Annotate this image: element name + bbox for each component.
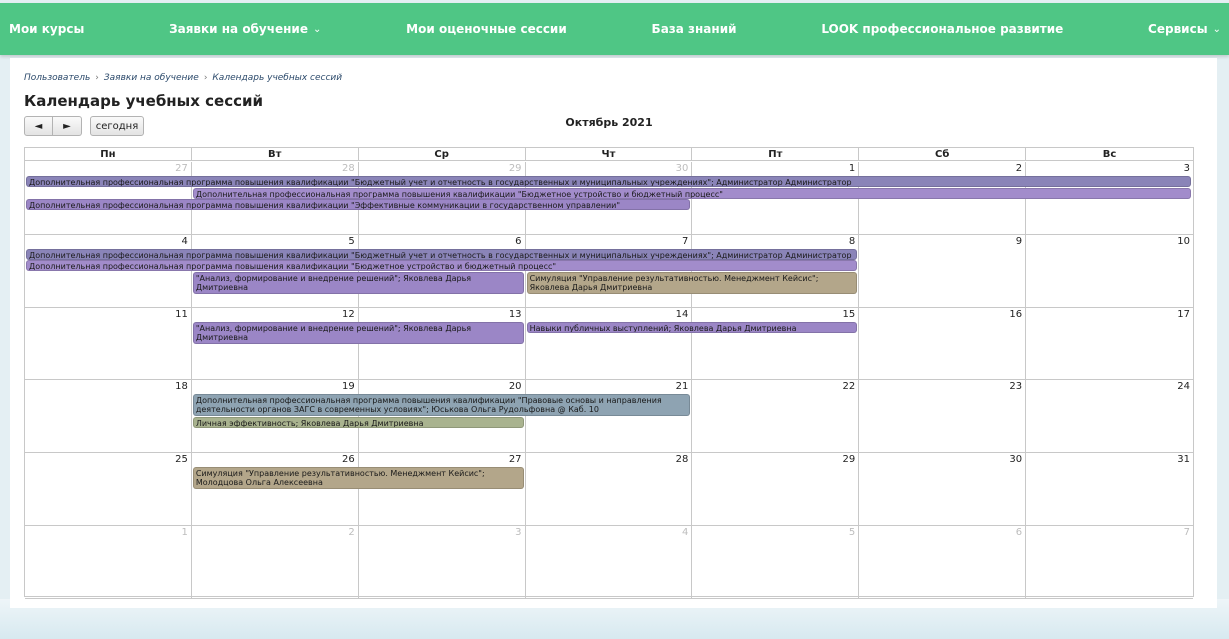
breadcrumb-separator: ›: [95, 73, 99, 83]
breadcrumb-separator: ›: [203, 73, 208, 83]
next-month-button[interactable]: ►: [53, 116, 82, 136]
calendar-event[interactable]: Дополнительная профессиональная программ…: [26, 260, 858, 272]
day-cell[interactable]: 30: [859, 453, 1027, 525]
weekday-label: Вт: [192, 148, 359, 161]
month-title: Октябрь 2021: [565, 116, 653, 129]
weekday-label: Сб: [859, 148, 1027, 161]
calendar-event[interactable]: Навыки публичных выступлений; Яковлева Д…: [526, 321, 858, 333]
day-cell[interactable]: 1: [25, 526, 192, 598]
day-cell[interactable]: 14: [526, 307, 693, 380]
weekday-label: Вс: [1102, 149, 1117, 160]
calendar-event[interactable]: Симуляция "Управление результативностью.…: [526, 271, 858, 294]
today-button[interactable]: сегодня: [90, 116, 144, 136]
calendar-event[interactable]: Симуляция "Управление результативностью.…: [192, 467, 524, 490]
day-cell[interactable]: 20: [359, 380, 526, 453]
nav-item-label: Заявки на обучение: [169, 22, 308, 36]
weekday-label: Ср: [359, 148, 526, 161]
calendar-grid: Пн Вт Ср Чт Пт Сб Вс 27 28 29 30 1 2 3 4 5 6 7 8 9 10 11 12 13 1…: [24, 147, 1194, 599]
calendar-event[interactable]: Дополнительная профессиональная программ…: [192, 187, 1191, 199]
calendar-event[interactable]: Дополнительная профессиональная программ…: [26, 248, 858, 260]
day-cell[interactable]: 10: [1026, 235, 1193, 307]
day-cell[interactable]: 4: [526, 526, 693, 598]
calendar-event[interactable]: Дополнительная профессиональная программ…: [26, 176, 1191, 187]
breadcrumb-link[interactable]: Календарь учебных сессий: [212, 73, 342, 83]
day-cell[interactable]: 26: [192, 453, 359, 525]
top-navigation: Мои курсы Заявки на обучение ⌄ Мои оценочны…: [0, 3, 1229, 55]
breadcrumb-link[interactable]: Заявки на обучение: [104, 73, 199, 83]
day-cell[interactable]: 18: [25, 380, 192, 453]
calendar-event[interactable]: Дополнительная профессиональная программ…: [192, 394, 691, 417]
calendar-event[interactable]: "Анализ, формирование и внедрение решени…: [192, 321, 524, 344]
nav-item-label: База знаний: [651, 22, 737, 36]
day-cell[interactable]: 19: [192, 380, 359, 453]
day-cell[interactable]: 29: [692, 453, 860, 525]
day-cell[interactable]: 27: [359, 453, 526, 525]
nav-item-4[interactable]: LOOK профессиональное развитие: [821, 22, 1063, 36]
nav-item-2[interactable]: Мои оценочные сессии: [406, 22, 567, 36]
chevron-down-icon: ⌄: [312, 23, 322, 35]
day-cell[interactable]: 5: [692, 526, 860, 598]
nav-item-label: Мои курсы: [9, 22, 85, 36]
main-panel: Пользователь › Заявки на обучение › Календар…: [10, 58, 1217, 608]
week-row: 25 26 27 28 29 30 31: [25, 453, 1193, 526]
nav-item-label: Мои оценочные сессии: [406, 22, 567, 36]
calendar-event[interactable]: Дополнительная профессиональная программ…: [26, 199, 691, 210]
prev-month-button[interactable]: ◄: [24, 116, 53, 136]
nav-item-5[interactable]: Сервисы ⌄: [1148, 22, 1221, 36]
weekday-label: Чт: [526, 148, 693, 161]
nav-item-3[interactable]: База знаний: [652, 22, 737, 36]
month-navigation: ◄ ►: [24, 116, 82, 136]
day-cell[interactable]: 6: [859, 526, 1027, 598]
day-cell[interactable]: 31: [1026, 453, 1193, 525]
nav-item-label: LOOK профессиональное развитие: [821, 22, 1064, 36]
breadcrumb-link[interactable]: Пользователь: [24, 73, 90, 83]
page-title: Календарь учебных сессий: [24, 92, 264, 110]
day-cell[interactable]: 28: [526, 453, 693, 525]
day-cell[interactable]: 7: [1026, 526, 1193, 598]
day-cell[interactable]: 23: [859, 380, 1027, 453]
chevron-down-icon: ⌄: [1212, 23, 1221, 35]
week-row: 1234567: [25, 526, 1193, 599]
day-cell[interactable]: 2: [192, 526, 359, 598]
day-cell[interactable]: 22: [692, 380, 860, 453]
day-cell[interactable]: 27: [25, 162, 192, 234]
calendar-event[interactable]: Личная эффективность; Яковлева Дарья Дми…: [192, 417, 524, 429]
nav-item-1[interactable]: Заявки на обучение ⌄: [169, 22, 321, 36]
breadcrumb: Пользователь › Заявки на обучение › Календар…: [24, 73, 342, 83]
day-cell[interactable]: 24: [1026, 380, 1193, 452]
day-cell[interactable]: 3: [359, 526, 526, 598]
day-cell[interactable]: 16: [859, 307, 1027, 380]
weekday-label: Пн: [25, 148, 192, 161]
weekday-label: Пт: [692, 148, 860, 161]
day-cell[interactable]: 17: [1026, 308, 1193, 380]
nav-item-0[interactable]: Мои курсы: [9, 22, 84, 36]
day-cell[interactable]: 15: [692, 307, 860, 380]
day-cell[interactable]: 21: [526, 380, 693, 453]
day-cell[interactable]: 9: [859, 234, 1027, 307]
day-cell[interactable]: 11: [25, 307, 192, 380]
weekday-header: Пн Вт Ср Чт Пт Сб Вс: [25, 148, 1193, 161]
nav-item-label: Сервисы: [1148, 22, 1208, 36]
day-cell[interactable]: 25: [25, 453, 192, 525]
calendar-event[interactable]: "Анализ, формирование и внедрение решени…: [192, 271, 524, 294]
week-row: 11 12 13 14 15 16 17: [25, 307, 1193, 381]
